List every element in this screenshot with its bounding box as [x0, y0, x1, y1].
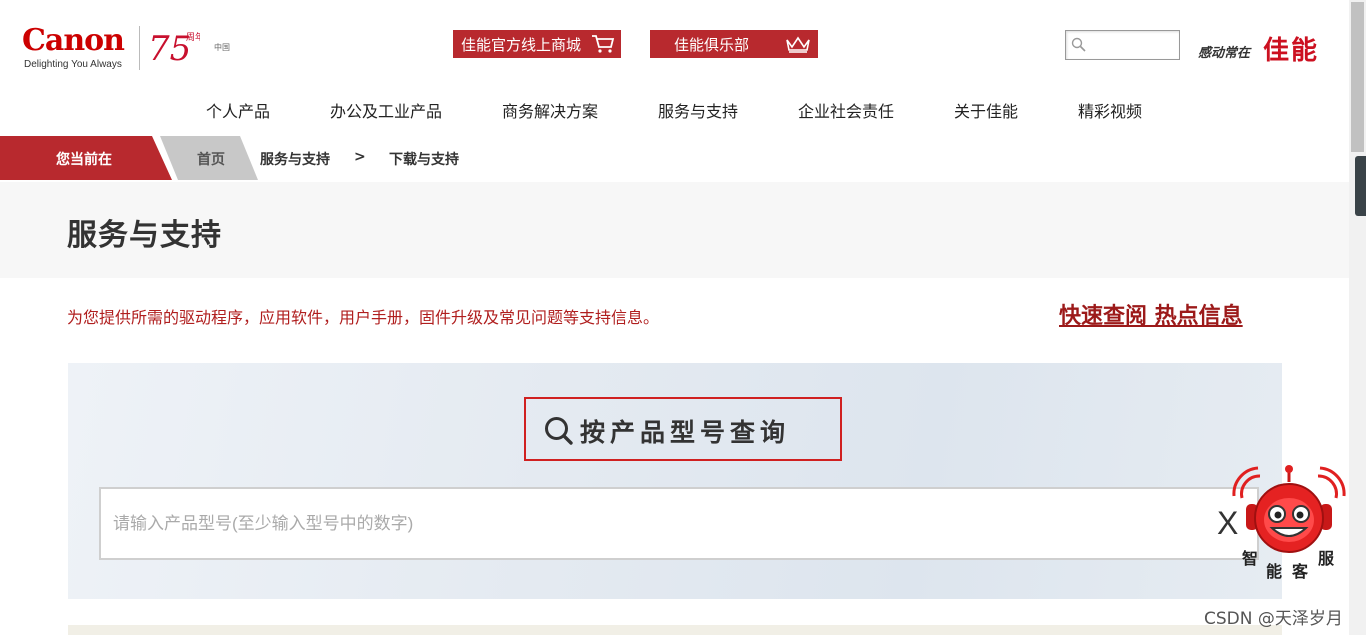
canon-club-button[interactable]: 佳能俱乐部	[650, 30, 818, 58]
breadcrumb-level1[interactable]: 服务与支持	[260, 149, 330, 169]
canon-logo[interactable]: Canon Delighting You Always 75 周年 中国	[22, 26, 232, 76]
nav-item-business-solutions[interactable]: 商务解决方案	[502, 98, 598, 122]
nav-item-videos[interactable]: 精彩视频	[1078, 98, 1142, 122]
nav-item-personal-products[interactable]: 个人产品	[206, 98, 270, 122]
breadcrumb-separator: >	[354, 149, 366, 165]
search-icon	[545, 417, 573, 445]
scrollbar-thumb[interactable]	[1351, 2, 1364, 152]
crown-icon	[786, 36, 810, 53]
svg-text:周年: 周年	[186, 31, 200, 43]
canon-wordmark: Canon	[22, 23, 125, 58]
site-search-input[interactable]	[1090, 35, 1176, 55]
next-section-edge	[68, 625, 1282, 635]
nav-item-about[interactable]: 关于佳能	[954, 98, 1018, 122]
model-search-panel: 按产品型号查询 X	[68, 363, 1282, 599]
page-description: 为您提供所需的驱动程序，应用软件，用户手册，固件升级及常见问题等支持信息。	[67, 308, 660, 327]
page-title: 服务与支持	[67, 218, 222, 253]
logo-divider	[139, 26, 140, 70]
nav-item-service-support[interactable]: 服务与支持	[658, 98, 738, 122]
region-label: 中国	[214, 43, 230, 52]
online-shop-button[interactable]: 佳能官方线上商城	[453, 30, 621, 58]
side-tab-widget[interactable]	[1355, 156, 1366, 216]
breadcrumb-here-label: 您当前在	[56, 152, 112, 168]
main-nav: 个人产品 办公及工业产品 商务解决方案 服务与支持 企业社会责任 关于佳能 精彩…	[0, 98, 1349, 124]
breadcrumb-level2: 下载与支持	[389, 152, 459, 168]
hot-info-link[interactable]: 快速查阅 热点信息	[1059, 298, 1243, 330]
nav-item-csr[interactable]: 企业社会责任	[798, 98, 894, 122]
breadcrumb: 您当前在 首页 服务与支持 > 下载与支持	[0, 136, 1349, 180]
anniversary-emblem-icon: 75 周年	[148, 29, 200, 69]
slogan: 感动常在 佳能	[1198, 30, 1328, 66]
model-input-box[interactable]: X	[99, 487, 1259, 560]
title-band: 服务与支持	[0, 182, 1349, 278]
canon-club-label: 佳能俱乐部	[674, 35, 750, 54]
csdn-watermark: CSDN @天泽岁月	[1204, 609, 1343, 629]
model-number-input[interactable]	[113, 509, 1193, 539]
svg-text:75: 75	[148, 29, 191, 69]
shopping-cart-icon	[592, 35, 615, 53]
online-shop-label: 佳能官方线上商城	[461, 35, 582, 54]
query-by-model-label: 按产品型号查询	[580, 418, 791, 447]
vertical-scrollbar[interactable]	[1349, 0, 1366, 635]
nav-item-office-industrial[interactable]: 办公及工业产品	[330, 98, 442, 122]
query-by-model-heading: 按产品型号查询	[524, 397, 842, 461]
robot-char-4: 服	[1318, 549, 1335, 568]
site-header: Canon Delighting You Always 75 周年 中国 佳能官…	[0, 0, 1349, 135]
robot-char-1: 智	[1242, 549, 1258, 568]
slogan-big-text: 佳能	[1263, 36, 1320, 66]
smart-customer-service-robot-icon[interactable]: 智 能 客 服	[1228, 460, 1350, 584]
breadcrumb-home-link[interactable]: 首页	[197, 149, 225, 169]
site-search-box[interactable]	[1065, 30, 1180, 60]
logo-tagline: Delighting You Always	[24, 59, 122, 70]
search-icon	[1071, 37, 1086, 52]
slogan-small-text: 感动常在	[1198, 46, 1251, 61]
robot-char-2: 能	[1266, 562, 1282, 581]
robot-char-3: 客	[1292, 562, 1309, 581]
